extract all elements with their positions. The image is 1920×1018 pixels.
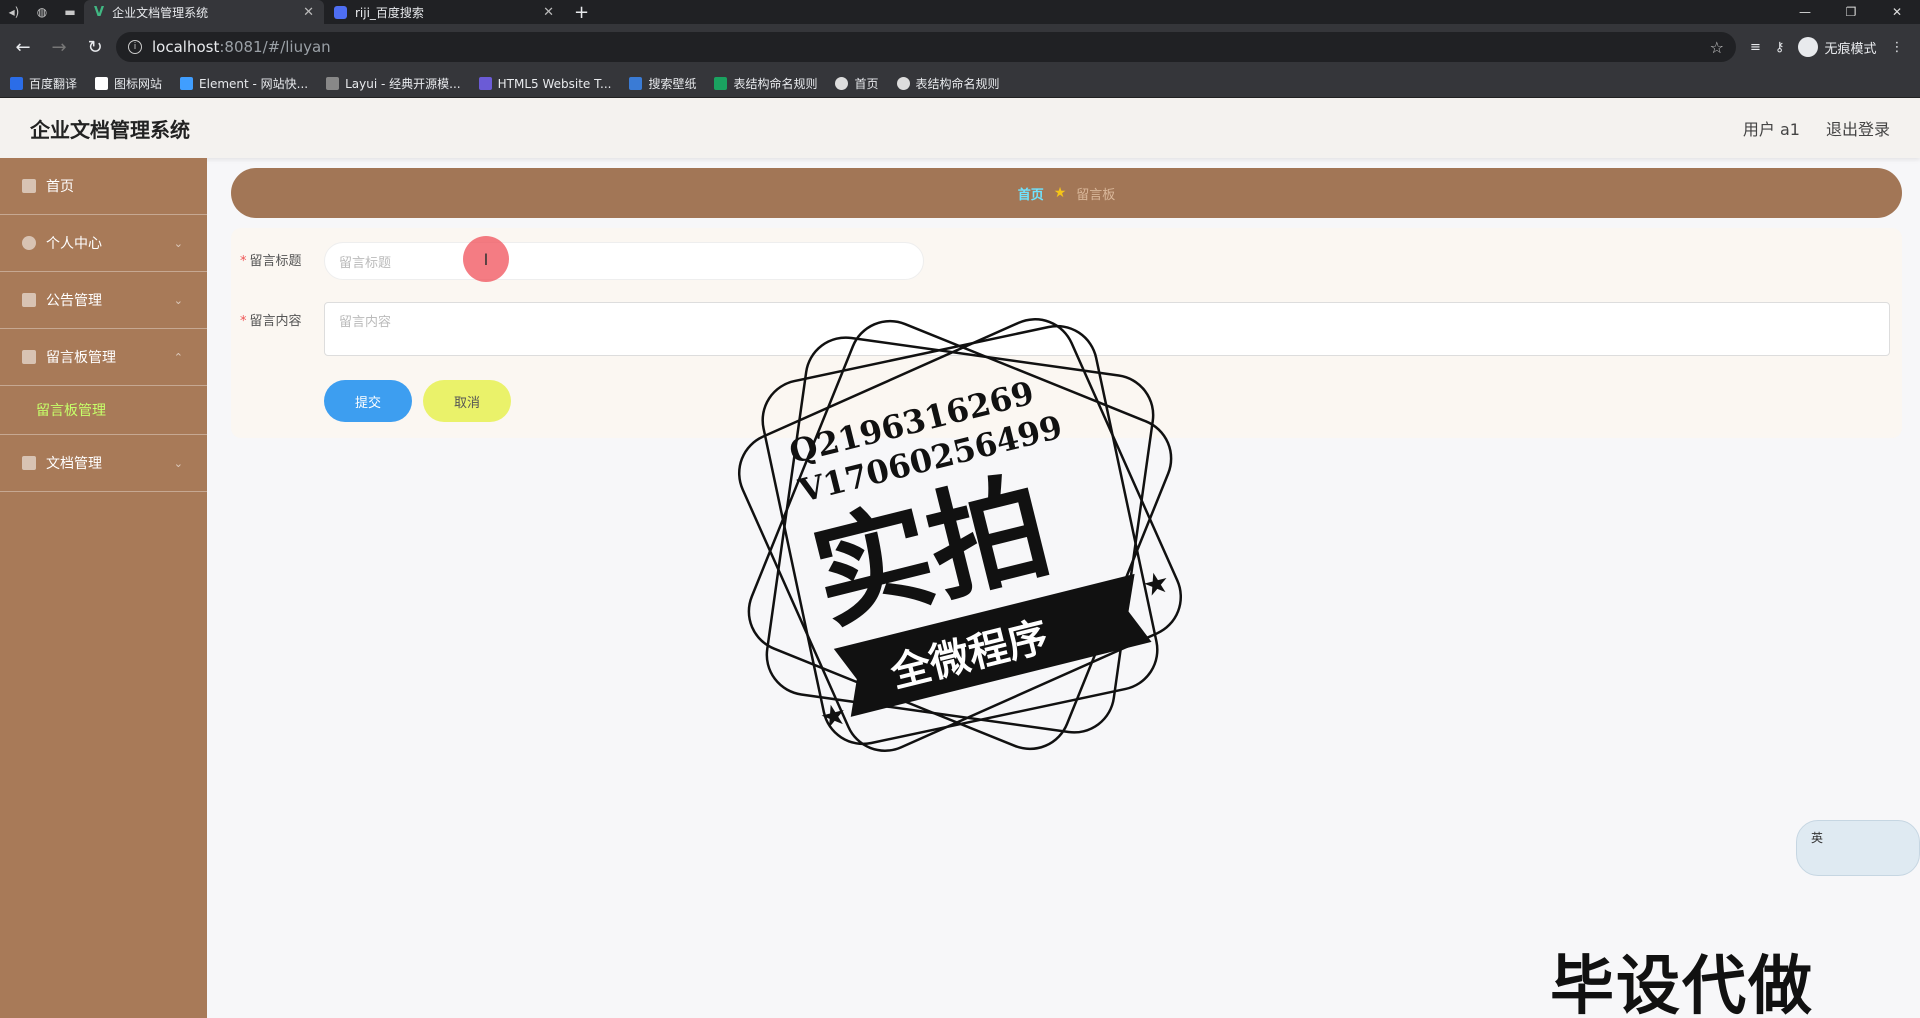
reload-button[interactable]: ↻ bbox=[80, 32, 110, 62]
app-header: 企业文档管理系统 用户 a1 退出登录 bbox=[0, 98, 1920, 158]
watermark-stamp: Q2196316269 V17060256499 实拍 全微程序 ★ ★ bbox=[737, 318, 1183, 752]
incognito-icon bbox=[1798, 37, 1819, 57]
title-input[interactable]: 留言标题 bbox=[324, 242, 924, 280]
star-icon: ★ bbox=[1053, 185, 1067, 201]
star-icon: ★ bbox=[816, 696, 851, 736]
speaker-icon[interactable]: ◂) bbox=[0, 0, 28, 24]
watermark-text: 毕设代做 bbox=[1550, 950, 1814, 1018]
title-row: * 留言标题 bbox=[240, 250, 324, 269]
restore-button[interactable]: ❐ bbox=[1828, 5, 1874, 19]
bookmark[interactable]: 表结构命名规则 bbox=[714, 75, 817, 92]
notice-icon bbox=[22, 293, 36, 307]
title-label: * 留言标题 bbox=[240, 254, 302, 269]
star-icon: ★ bbox=[1139, 564, 1174, 604]
baidu-icon bbox=[334, 5, 347, 19]
chevron-up-icon: ⌃ bbox=[173, 350, 183, 364]
current-user[interactable]: 用户 a1 bbox=[1743, 116, 1800, 140]
minimize-button[interactable]: — bbox=[1782, 5, 1828, 19]
content-label: * 留言内容 bbox=[240, 314, 302, 329]
home-icon bbox=[22, 179, 36, 193]
reading-list-icon[interactable]: ≡ bbox=[1750, 40, 1761, 55]
tab-inactive[interactable]: riji_百度搜索 ✕ bbox=[324, 0, 564, 24]
breadcrumb-current: 留言板 bbox=[1076, 187, 1116, 203]
cursor-highlight: I bbox=[463, 236, 509, 282]
user-icon bbox=[22, 236, 36, 250]
bookmark[interactable]: 首页 bbox=[835, 75, 879, 92]
layui-icon bbox=[326, 77, 340, 90]
sheet-icon bbox=[714, 77, 728, 90]
chevron-down-icon: ⌄ bbox=[173, 456, 183, 470]
url-text: localhost:8081/#/liuyan bbox=[152, 38, 331, 56]
close-window-button[interactable]: ✕ bbox=[1874, 5, 1920, 19]
sidebar-item-message-board[interactable]: 留言板管理 ⌃ bbox=[0, 329, 207, 386]
chevron-down-icon: ⌄ bbox=[173, 293, 183, 307]
info-icon[interactable]: i bbox=[128, 40, 142, 54]
close-icon[interactable]: ✕ bbox=[303, 5, 314, 20]
tab-title: riji_百度搜索 bbox=[355, 5, 424, 20]
cancel-button[interactable]: 取消 bbox=[423, 380, 511, 422]
key-icon[interactable]: ⚷ bbox=[1775, 40, 1785, 55]
bookmarks-bar: 百度翻译 图标网站 Element - 网站快... Layui - 经典开源模… bbox=[0, 70, 1920, 98]
breadcrumb-home[interactable]: 首页 bbox=[1018, 184, 1044, 203]
tab-active[interactable]: V 企业文档管理系统 ✕ bbox=[84, 0, 324, 24]
chart-icon bbox=[22, 350, 36, 364]
submit-button[interactable]: 提交 bbox=[324, 380, 412, 422]
sidebar-item-profile[interactable]: 个人中心 ⌄ bbox=[0, 215, 207, 272]
element-icon bbox=[180, 77, 194, 90]
breadcrumb: 首页 ★ 留言板 bbox=[231, 168, 1902, 218]
sidebar-item-documents[interactable]: 文档管理 ⌄ bbox=[0, 435, 207, 492]
flag-icon bbox=[95, 77, 109, 90]
wallpaper-icon bbox=[629, 77, 643, 90]
url-input[interactable]: i localhost:8081/#/liuyan ☆ bbox=[116, 32, 1736, 62]
sidebar: 首页 个人中心 ⌄ 公告管理 ⌄ 留言板管理 ⌃ 留言板管理 文档管理 ⌄ bbox=[0, 158, 207, 1018]
document-icon bbox=[22, 456, 36, 470]
forward-button[interactable]: → bbox=[44, 32, 74, 62]
translate-icon bbox=[10, 77, 23, 90]
sidebar-item-home[interactable]: 首页 bbox=[0, 158, 207, 215]
incognito-badge[interactable]: 无痕模式 bbox=[1798, 37, 1876, 57]
window-controls: — ❐ ✕ bbox=[1782, 5, 1920, 19]
logout-link[interactable]: 退出登录 bbox=[1826, 116, 1890, 140]
bookmark[interactable]: 表结构命名规则 bbox=[896, 75, 1000, 92]
window-icon[interactable]: ▬ bbox=[56, 0, 84, 24]
star-icon[interactable]: ☆ bbox=[1710, 38, 1724, 57]
browser-tab-bar: ◂) ◍ ▬ V 企业文档管理系统 ✕ riji_百度搜索 ✕ + — ❐ ✕ bbox=[0, 0, 1920, 24]
bookmark[interactable]: 搜索壁纸 bbox=[629, 75, 696, 92]
ime-widget[interactable]: 英 bbox=[1796, 820, 1920, 876]
globe-icon bbox=[835, 77, 849, 90]
new-tab-button[interactable]: + bbox=[564, 2, 599, 23]
sidebar-item-notice[interactable]: 公告管理 ⌄ bbox=[0, 272, 207, 329]
ime-label: 英 bbox=[1811, 831, 1824, 845]
vue-icon: V bbox=[94, 4, 105, 20]
bookmark[interactable]: 图标网站 bbox=[95, 75, 162, 92]
address-bar: ← → ↻ i localhost:8081/#/liuyan ☆ ≡ ⚷ 无痕… bbox=[0, 24, 1920, 70]
bookmark[interactable]: Element - 网站快... bbox=[180, 75, 308, 92]
back-button[interactable]: ← bbox=[8, 32, 38, 62]
bookmark[interactable]: 百度翻译 bbox=[10, 75, 77, 92]
sidebar-subitem-message-board[interactable]: 留言板管理 bbox=[0, 386, 207, 435]
close-icon[interactable]: ✕ bbox=[543, 5, 554, 20]
globe-icon[interactable]: ◍ bbox=[28, 0, 56, 24]
html5-icon bbox=[478, 77, 492, 90]
globe-icon bbox=[896, 77, 910, 90]
app-title: 企业文档管理系统 bbox=[30, 117, 190, 142]
chevron-down-icon: ⌄ bbox=[173, 236, 183, 250]
bookmark[interactable]: HTML5 Website T... bbox=[478, 77, 611, 91]
tab-title: 企业文档管理系统 bbox=[112, 5, 209, 20]
more-menu-icon[interactable]: ⋮ bbox=[1890, 40, 1903, 55]
bookmark[interactable]: Layui - 经典开源模... bbox=[326, 75, 461, 92]
content-row: * 留言内容 bbox=[240, 310, 324, 329]
